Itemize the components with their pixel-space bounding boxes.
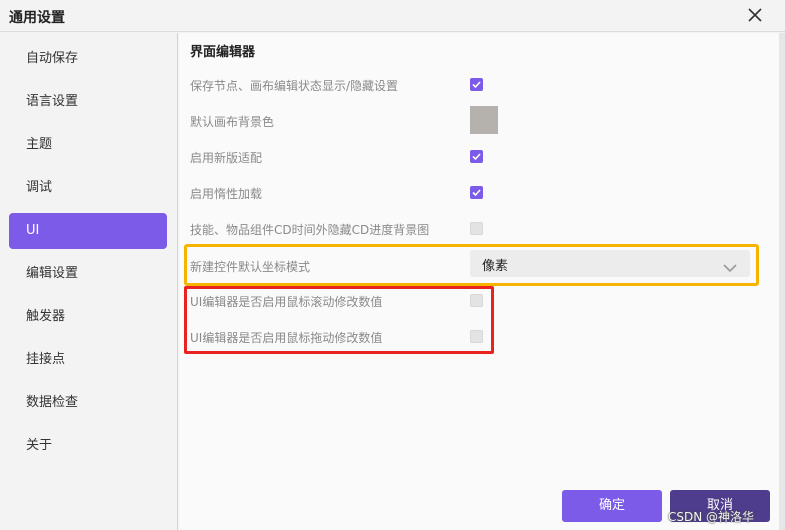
setting-label: 启用惰性加载	[190, 187, 263, 201]
sidebar-item-autosave[interactable]: 自动保存	[9, 41, 167, 77]
sidebar-item-attach-points[interactable]: 挂接点	[9, 342, 167, 378]
sidebar-item-theme[interactable]: 主题	[9, 127, 167, 163]
checkbox-save-edit-state[interactable]	[470, 78, 483, 91]
setting-label: UI编辑器是否启用鼠标拖动修改数值	[190, 331, 383, 345]
checkbox-mouse-scroll-edit[interactable]	[470, 294, 483, 307]
setting-label: 技能、物品组件CD时间外隐藏CD进度背景图	[190, 223, 430, 237]
checkbox-lazy-loading[interactable]	[470, 186, 483, 199]
sidebar-item-debug[interactable]: 调试	[9, 170, 167, 206]
sidebar-item-triggers[interactable]: 触发器	[9, 299, 167, 335]
chevron-down-icon	[723, 258, 737, 277]
close-icon[interactable]	[744, 4, 766, 26]
setting-label: 新建控件默认坐标模式	[190, 260, 311, 274]
sidebar-item-ui[interactable]: UI	[9, 213, 167, 249]
settings-dialog: 通用设置 自动保存 语言设置 主题 调试 UI 编辑设置 触发器 挂接点 数据检…	[0, 0, 785, 530]
watermark-text: CSDN @神洛华	[668, 510, 755, 524]
checkbox-hide-cd-background[interactable]	[470, 222, 483, 235]
settings-sidebar: 自动保存 语言设置 主题 调试 UI 编辑设置 触发器 挂接点 数据检查 关于	[0, 33, 178, 530]
setting-label: 启用新版适配	[190, 151, 263, 165]
ok-button[interactable]: 确定	[562, 490, 662, 522]
scrollbar[interactable]	[779, 33, 785, 530]
sidebar-item-data-check[interactable]: 数据检查	[9, 385, 167, 421]
sidebar-item-edit-settings[interactable]: 编辑设置	[9, 256, 167, 292]
setting-label: 保存节点、画布编辑状态显示/隐藏设置	[190, 79, 399, 93]
canvas-bg-color-swatch[interactable]	[470, 106, 498, 134]
setting-label: 默认画布背景色	[190, 115, 275, 129]
sidebar-item-language[interactable]: 语言设置	[9, 84, 167, 120]
setting-label: UI编辑器是否启用鼠标滚动修改数值	[190, 295, 383, 309]
dialog-title: 通用设置	[9, 10, 65, 26]
section-title: 界面编辑器	[190, 45, 256, 60]
checkbox-mouse-drag-edit[interactable]	[470, 330, 483, 343]
coordinate-mode-select[interactable]: 像素	[470, 250, 750, 277]
settings-panel: 界面编辑器 保存节点、画布编辑状态显示/隐藏设置 默认画布背景色 启用新版适配 …	[179, 33, 785, 530]
sidebar-item-about[interactable]: 关于	[9, 428, 167, 464]
checkbox-new-adaptation[interactable]	[470, 150, 483, 163]
select-value: 像素	[482, 259, 509, 274]
title-bar: 通用设置	[0, 0, 785, 32]
